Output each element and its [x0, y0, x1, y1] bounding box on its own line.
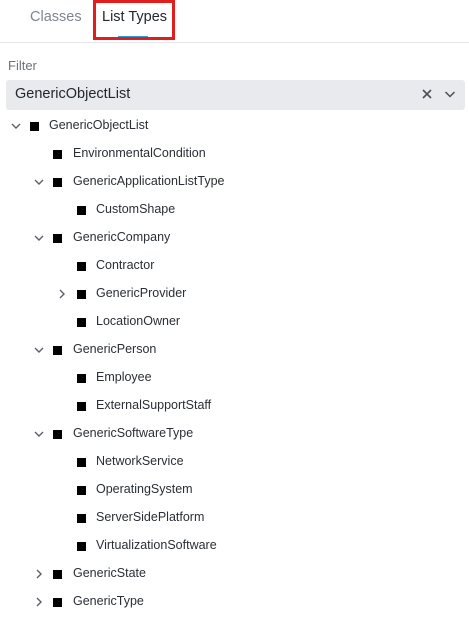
square-icon [53, 234, 62, 243]
tree-item[interactable]: GenericApplicationListType [0, 168, 440, 196]
tree-item[interactable]: GenericCompany [0, 224, 440, 252]
tree-item-label: GenericState [73, 566, 146, 580]
tree-item-label: NetworkService [96, 454, 184, 468]
square-icon [53, 346, 62, 355]
square-icon [30, 122, 39, 131]
tab-list-types[interactable]: List Types [102, 9, 167, 25]
tree-item-label: GenericPerson [73, 342, 157, 356]
close-icon[interactable] [420, 87, 434, 101]
tab-bar: Classes List Types [0, 0, 469, 43]
chevron-down-icon[interactable] [33, 176, 45, 188]
tree-item[interactable]: GenericObjectList [0, 112, 440, 140]
tree-item-label: GenericObjectList [49, 118, 149, 132]
tree-item[interactable]: VirtualizationSoftware [0, 532, 440, 560]
square-icon [77, 206, 86, 215]
tree-item[interactable]: CustomShape [0, 196, 440, 224]
chevron-right-icon[interactable] [56, 288, 68, 300]
tree-item[interactable]: OperatingSystem [0, 476, 440, 504]
square-icon [77, 262, 86, 271]
square-icon [77, 542, 86, 551]
chevron-down-icon[interactable] [33, 344, 45, 356]
tree-item[interactable]: GenericProvider [0, 280, 440, 308]
tree-item-label: GenericSoftwareType [73, 426, 194, 440]
chevron-right-icon[interactable] [33, 596, 45, 608]
tree-item[interactable]: GenericState [0, 560, 440, 588]
tree-item[interactable]: ServerSidePlatform [0, 504, 440, 532]
tree-item-label: LocationOwner [96, 314, 181, 328]
tree-item[interactable]: GenericSoftwareType [0, 420, 440, 448]
tree-item-label: OperatingSystem [96, 482, 193, 496]
square-icon [77, 290, 86, 299]
square-icon [77, 514, 86, 523]
tree-item-label: VirtualizationSoftware [96, 538, 217, 552]
tree-item-label: Employee [96, 370, 152, 384]
square-icon [53, 598, 62, 607]
tree-item-label: EnvironmentalCondition [73, 146, 206, 160]
tree-item[interactable]: Contractor [0, 252, 440, 280]
chevron-down-icon[interactable] [10, 120, 22, 132]
tree-item[interactable]: LocationOwner [0, 308, 440, 336]
tree-item[interactable]: EnvironmentalCondition [0, 140, 440, 168]
square-icon [53, 570, 62, 579]
square-icon [77, 458, 86, 467]
tree-item[interactable]: Employee [0, 364, 440, 392]
tree-item[interactable]: GenericPerson [0, 336, 440, 364]
square-icon [77, 486, 86, 495]
chevron-down-icon[interactable] [33, 232, 45, 244]
active-tab-indicator [118, 36, 148, 38]
square-icon [53, 430, 62, 439]
tree-item-label: CustomShape [96, 202, 176, 216]
tree-item-label: Contractor [96, 258, 155, 272]
tree-item-label: GenericProvider [96, 286, 187, 300]
chevron-down-icon[interactable] [33, 428, 45, 440]
tree-item-label: ExternalSupportStaff [96, 398, 212, 412]
tree-item[interactable]: ExternalSupportStaff [0, 392, 440, 420]
square-icon [77, 402, 86, 411]
tree-item-label: GenericCompany [73, 230, 171, 244]
square-icon [77, 318, 86, 327]
chevron-right-icon[interactable] [33, 568, 45, 580]
tree-item-label: GenericApplicationListType [73, 174, 225, 188]
filter-label: Filter [8, 58, 37, 73]
square-icon [53, 178, 62, 187]
tree-item[interactable]: NetworkService [0, 448, 440, 476]
tree-item[interactable]: GenericType [0, 588, 440, 616]
tree-item-label: GenericType [73, 594, 144, 608]
square-icon [77, 374, 86, 383]
tab-classes[interactable]: Classes [30, 9, 82, 25]
filter-select[interactable]: GenericObjectList [6, 80, 465, 110]
filter-value: GenericObjectList [15, 86, 131, 102]
square-icon [53, 150, 62, 159]
chevron-down-icon[interactable] [443, 87, 457, 101]
tree-item-label: ServerSidePlatform [96, 510, 205, 524]
